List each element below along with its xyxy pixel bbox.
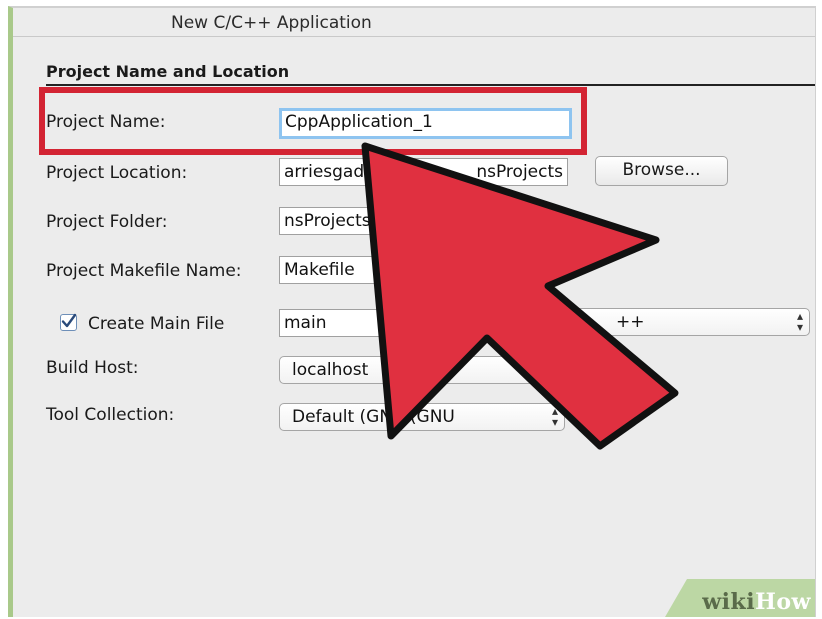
tool-collection-select[interactable]: Default (GNU (GNU ▴ ▾: [279, 403, 565, 431]
create-main-checkbox[interactable]: [60, 313, 77, 331]
create-main-label: Create Main File: [88, 314, 225, 334]
project-location-input[interactable]: arriesgad nsProjects: [279, 158, 568, 186]
highlight-box: [39, 87, 587, 155]
up-down-arrows-icon: ▴ ▾: [796, 309, 803, 334]
section-title: Project Name and Location: [46, 62, 290, 81]
makefile-input[interactable]: Makefile: [279, 256, 409, 284]
build-host-value: localhost: [292, 360, 369, 380]
section-divider: [46, 84, 815, 86]
project-location-label: Project Location:: [46, 163, 188, 183]
tool-collection-value: Default (GNU (GNU: [292, 407, 455, 427]
project-folder-label: Project Folder:: [46, 212, 168, 232]
titlebar-divider: [13, 36, 815, 37]
dialog-window: New C/C++ Application Project Name and L…: [8, 6, 816, 617]
main-file-input[interactable]: main: [279, 309, 429, 337]
project-folder-input: nsProjects/: [279, 207, 409, 235]
watermark-text: wikiHow: [702, 589, 811, 615]
watermark-part2: How: [755, 589, 811, 615]
up-down-arrows-icon: ▴ ▾: [551, 357, 558, 382]
checkmark-icon: [61, 313, 77, 328]
project-location-value: arriesgad: [284, 162, 365, 182]
language-select-value: ++: [616, 312, 645, 332]
project-location-value-tail: nsProjects: [476, 162, 563, 182]
up-down-arrows-icon: ▴ ▾: [551, 404, 558, 429]
build-host-label: Build Host:: [46, 358, 139, 378]
tool-collection-label: Tool Collection:: [46, 405, 175, 425]
watermark: wikiHow: [665, 579, 815, 617]
build-host-select[interactable]: localhost ▴ ▾: [279, 356, 565, 384]
makefile-label: Project Makefile Name:: [46, 261, 242, 281]
language-select[interactable]: ++ ▴ ▾: [573, 308, 810, 336]
watermark-part1: wiki: [702, 589, 756, 615]
browse-button[interactable]: Browse...: [595, 156, 728, 186]
window-title: New C/C++ Application: [171, 13, 372, 33]
